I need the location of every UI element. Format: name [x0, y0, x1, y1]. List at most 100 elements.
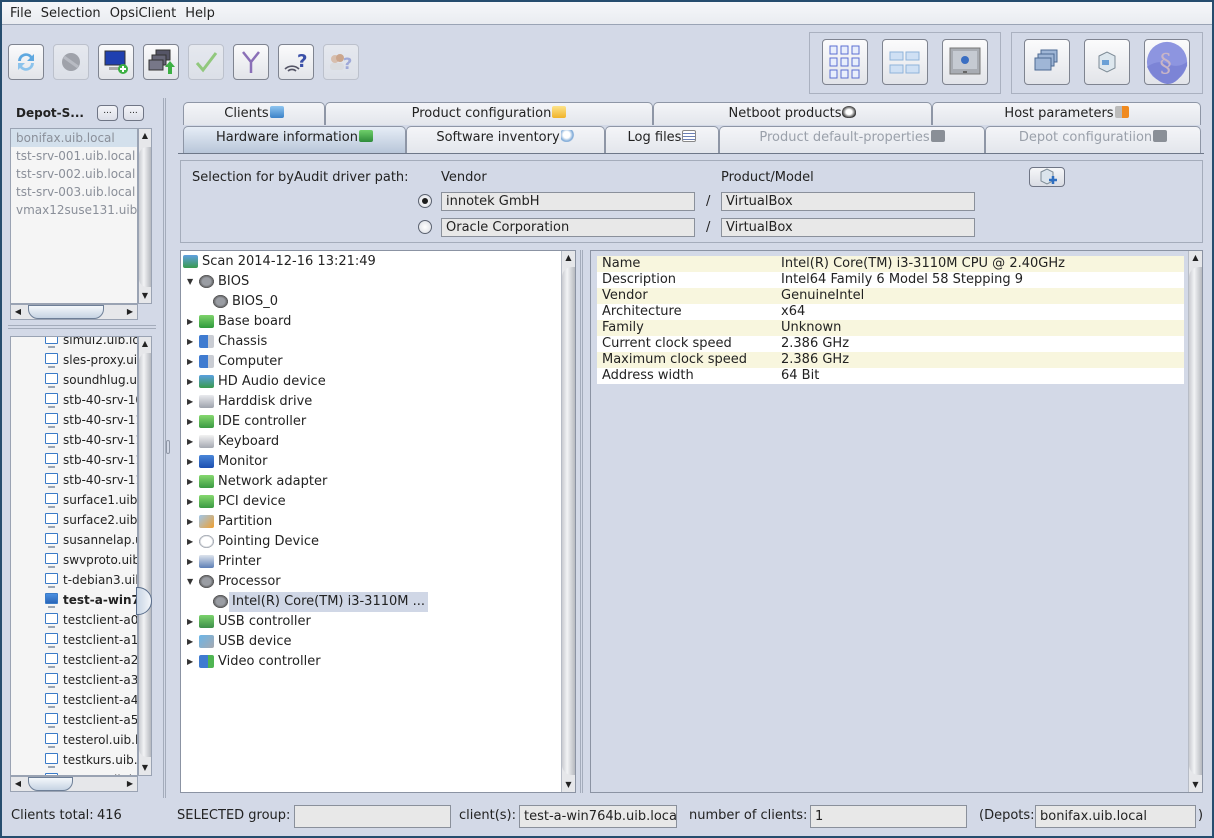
client-list-item[interactable]: sles-proxy.uib [11, 350, 137, 370]
expand-arrow-icon[interactable]: ▶ [187, 652, 197, 672]
scroll-thumb[interactable] [139, 147, 151, 287]
server-console-button[interactable] [942, 39, 988, 85]
client-list-item[interactable]: stb-40-srv-11 [11, 470, 137, 490]
scroll-up-arrow-icon[interactable]: ▲ [139, 337, 151, 351]
license-button[interactable]: § [1144, 39, 1190, 85]
depot-item[interactable]: tst-srv-003.uib.local [11, 183, 137, 201]
client-list-item[interactable]: stb-40-srv-10 [11, 390, 137, 410]
tab-log-files[interactable]: Log files [605, 126, 719, 153]
tab-hardware-information[interactable]: Hardware information [183, 126, 406, 153]
depot-item[interactable]: vmax12suse131.uib.l [11, 201, 137, 219]
number-of-clients-field[interactable]: 1 [810, 805, 967, 828]
client-list-item[interactable]: t-debian3.uib [11, 570, 137, 590]
expand-arrow-icon[interactable]: ▶ [187, 472, 197, 492]
scroll-thumb[interactable] [1189, 267, 1202, 775]
expand-arrow-icon[interactable]: ▶ [187, 352, 197, 372]
selected-clients-field[interactable]: test-a-win764b.uib.local [519, 805, 677, 828]
expand-arrow-icon[interactable]: ▶ [187, 512, 197, 532]
filter-button[interactable] [233, 44, 269, 80]
detail-row[interactable]: Name Intel(R) Core(TM) i3-3110M CPU @ 2.4… [597, 256, 1184, 272]
tab-product-configuration[interactable]: Product configuration [325, 102, 653, 125]
client-list-item[interactable]: testclient-a3. [11, 670, 137, 690]
expand-arrow-icon[interactable]: ▶ [187, 532, 197, 552]
detail-row[interactable]: Family Unknown [597, 320, 1184, 336]
model-field-2[interactable]: VirtualBox [721, 218, 975, 237]
scroll-thumb[interactable] [562, 267, 575, 775]
scroll-up-arrow-icon[interactable]: ▲ [562, 251, 575, 265]
detail-row[interactable]: Current clock speed 2.386 GHz [597, 336, 1184, 352]
client-list-item[interactable]: test-a-win7 [11, 590, 137, 610]
expand-arrow-icon[interactable]: ▶ [187, 492, 197, 512]
scroll-thumb[interactable] [28, 777, 73, 791]
collapse-arrow-icon[interactable]: ▼ [187, 572, 197, 592]
depot-item[interactable]: bonifax.uib.local [11, 129, 137, 147]
vendor-radio-2[interactable] [418, 220, 432, 234]
client-list-item[interactable]: surface1.uib. [11, 490, 137, 510]
client-list-item[interactable]: testerol.uib.lo [11, 730, 137, 750]
reload-button[interactable] [53, 44, 89, 80]
client-list-item[interactable]: soundhlug.uib [11, 370, 137, 390]
vendor-field-1[interactable]: innotek GmbH [441, 192, 695, 211]
detail-row[interactable]: Architecture x64 [597, 304, 1184, 320]
client-list-item[interactable]: surface2.uib. [11, 510, 137, 530]
detail-row[interactable]: Maximum clock speed 2.386 GHz [597, 352, 1184, 368]
menu-opsiclient[interactable]: OpsiClient [110, 6, 177, 21]
client-list-item[interactable]: stb-40-srv-11 [11, 450, 137, 470]
expand-arrow-icon[interactable]: ▶ [187, 332, 197, 352]
expand-arrow-icon[interactable]: ▶ [187, 372, 197, 392]
scroll-thumb[interactable] [139, 353, 151, 757]
expand-arrow-icon[interactable]: ▶ [187, 412, 197, 432]
selected-group-field[interactable] [294, 805, 451, 828]
new-client-button[interactable] [98, 44, 134, 80]
scroll-up-arrow-icon[interactable]: ▲ [139, 129, 151, 143]
scroll-right-arrow-icon[interactable]: ▶ [123, 305, 137, 319]
vendor-field-2[interactable]: Oracle Corporation [441, 218, 695, 237]
product-box-button[interactable] [1084, 39, 1130, 85]
apply-button[interactable] [188, 44, 224, 80]
wlan-help-button[interactable]: ? [278, 44, 314, 80]
depot-option-button-2[interactable]: ... [123, 105, 144, 121]
client-list-item[interactable]: susannelap.u [11, 530, 137, 550]
scroll-down-arrow-icon[interactable]: ▼ [562, 778, 575, 792]
splitter-handle[interactable] [166, 440, 170, 454]
monitors-button[interactable] [1024, 39, 1070, 85]
client-list-item[interactable]: testclient-a4. [11, 690, 137, 710]
client-list-item[interactable]: testclient-a1. [11, 630, 137, 650]
scroll-down-arrow-icon[interactable]: ▼ [139, 761, 151, 775]
depot-item[interactable]: tst-srv-001.uib.local [11, 147, 137, 165]
detail-row[interactable]: Description Intel64 Family 6 Model 58 Ste… [597, 272, 1184, 288]
menu-selection[interactable]: Selection [41, 6, 101, 21]
client-list-vscrollbar[interactable]: ▲ ▼ [138, 336, 152, 776]
detail-vscrollbar[interactable]: ▲ ▼ [1188, 251, 1202, 792]
users-help-button[interactable]: ? [323, 44, 359, 80]
expand-arrow-icon[interactable]: ▶ [187, 552, 197, 572]
expand-arrow-icon[interactable]: ▶ [187, 612, 197, 632]
expand-arrow-icon[interactable]: ▶ [187, 632, 197, 652]
scroll-thumb[interactable] [28, 305, 104, 319]
depots-field[interactable]: bonifax.uib.local [1035, 805, 1196, 828]
tab-clients[interactable]: Clients [183, 102, 325, 125]
tab-product-default-properties[interactable]: Product default-properties [719, 126, 985, 153]
depot-folders-button[interactable] [882, 39, 928, 85]
depot-list-hscrollbar[interactable]: ◀ ▶ [10, 304, 138, 320]
menu-help[interactable]: Help [185, 6, 215, 21]
scroll-right-arrow-icon[interactable]: ▶ [123, 777, 137, 791]
detail-row[interactable]: Address width 64 Bit [597, 368, 1184, 384]
client-list-item[interactable]: testclient-a2. [11, 650, 137, 670]
scroll-down-arrow-icon[interactable]: ▼ [139, 289, 151, 303]
client-list-item[interactable]: swvproto.uib. [11, 550, 137, 570]
tab-netboot-products[interactable]: Netboot products [653, 102, 932, 125]
depot-list-vscrollbar[interactable]: ▲ ▼ [138, 128, 152, 304]
model-field-1[interactable]: VirtualBox [721, 192, 975, 211]
tab-depot-configuration[interactable]: Depot configuratiion [985, 126, 1201, 153]
client-list-item[interactable]: stb-40-srv-11 [11, 410, 137, 430]
client-list-item[interactable]: testkurs.uib.l [11, 750, 137, 770]
depot-item[interactable]: tst-srv-002.uib.local [11, 165, 137, 183]
scroll-left-arrow-icon[interactable]: ◀ [11, 305, 25, 319]
client-list-hscrollbar[interactable]: ◀ ▶ [10, 776, 138, 792]
tab-software-inventory[interactable]: Software inventory [406, 126, 605, 153]
create-driver-path-button[interactable] [1029, 167, 1065, 187]
scroll-left-arrow-icon[interactable]: ◀ [11, 777, 25, 791]
depot-option-button-1[interactable]: ... [97, 105, 118, 121]
vendor-radio-1[interactable] [418, 194, 432, 208]
